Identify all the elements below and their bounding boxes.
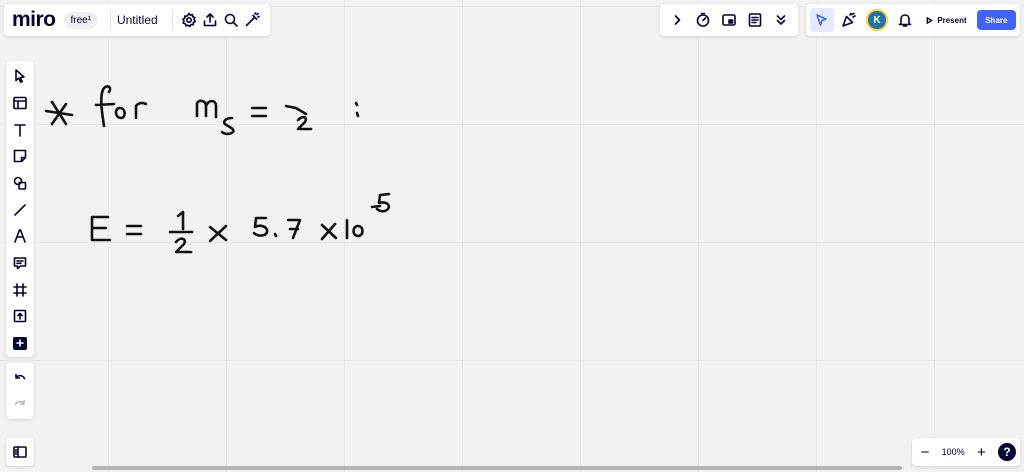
top-right-tools <box>660 4 798 36</box>
celebrate-icon[interactable] <box>838 8 862 32</box>
frames-panel-button[interactable] <box>6 438 34 466</box>
divider <box>110 10 111 30</box>
text-tool-icon[interactable] <box>8 117 32 142</box>
select-tool-icon[interactable] <box>8 64 32 89</box>
left-toolbar <box>6 61 34 357</box>
chevrons-down-icon[interactable] <box>769 8 793 32</box>
share-button[interactable]: Share <box>976 10 1016 30</box>
collaboration-bar: K Present Share <box>806 4 1020 36</box>
zoom-level[interactable]: 100% <box>942 447 965 457</box>
card-icon[interactable] <box>717 8 741 32</box>
pen-line-icon[interactable] <box>8 197 32 222</box>
settings-icon[interactable] <box>179 8 200 32</box>
board-title[interactable]: Untitled <box>117 13 158 27</box>
handwriting-layer <box>44 85 391 254</box>
bell-icon[interactable] <box>893 8 917 32</box>
shapes-icon[interactable] <box>8 171 32 196</box>
more-apps-icon[interactable] <box>13 336 27 350</box>
cursor-icon[interactable] <box>810 8 834 32</box>
avatar-initial: K <box>867 11 886 29</box>
templates-icon[interactable] <box>8 91 32 116</box>
sticky-note-icon[interactable] <box>8 144 32 169</box>
undo-icon[interactable] <box>8 366 32 390</box>
upload-icon[interactable] <box>199 8 220 32</box>
draw-icon[interactable] <box>8 224 32 249</box>
play-icon <box>926 16 934 24</box>
magic-icon[interactable] <box>241 8 262 32</box>
frame-icon[interactable] <box>8 277 32 302</box>
plan-badge[interactable]: free¹ <box>63 11 99 29</box>
upload-tool-icon[interactable] <box>8 304 32 329</box>
timer-icon[interactable] <box>691 8 715 32</box>
chevron-right-icon[interactable] <box>665 8 689 32</box>
handwriting-line-2 <box>90 192 391 254</box>
handwriting-line-1 <box>44 85 360 136</box>
avatar[interactable]: K <box>865 8 889 32</box>
zoom-in-button[interactable]: + <box>972 444 990 461</box>
comment-icon[interactable] <box>8 251 32 276</box>
miro-logo[interactable]: miro <box>12 8 56 32</box>
history-panel <box>6 363 34 419</box>
zoom-controls: − 100% + ? <box>912 438 1020 466</box>
redo-icon[interactable] <box>8 392 32 416</box>
horizontal-scrollbar[interactable] <box>92 466 902 470</box>
notes-icon[interactable] <box>743 8 767 32</box>
help-button[interactable]: ? <box>998 443 1016 461</box>
top-left-bar: miro free¹ Untitled <box>4 4 270 36</box>
sidebar-icon <box>8 440 32 464</box>
present-button[interactable]: Present <box>920 8 972 32</box>
search-icon[interactable] <box>220 8 241 32</box>
present-label: Present <box>937 15 967 25</box>
zoom-out-button[interactable]: − <box>916 444 934 461</box>
divider <box>171 10 173 30</box>
